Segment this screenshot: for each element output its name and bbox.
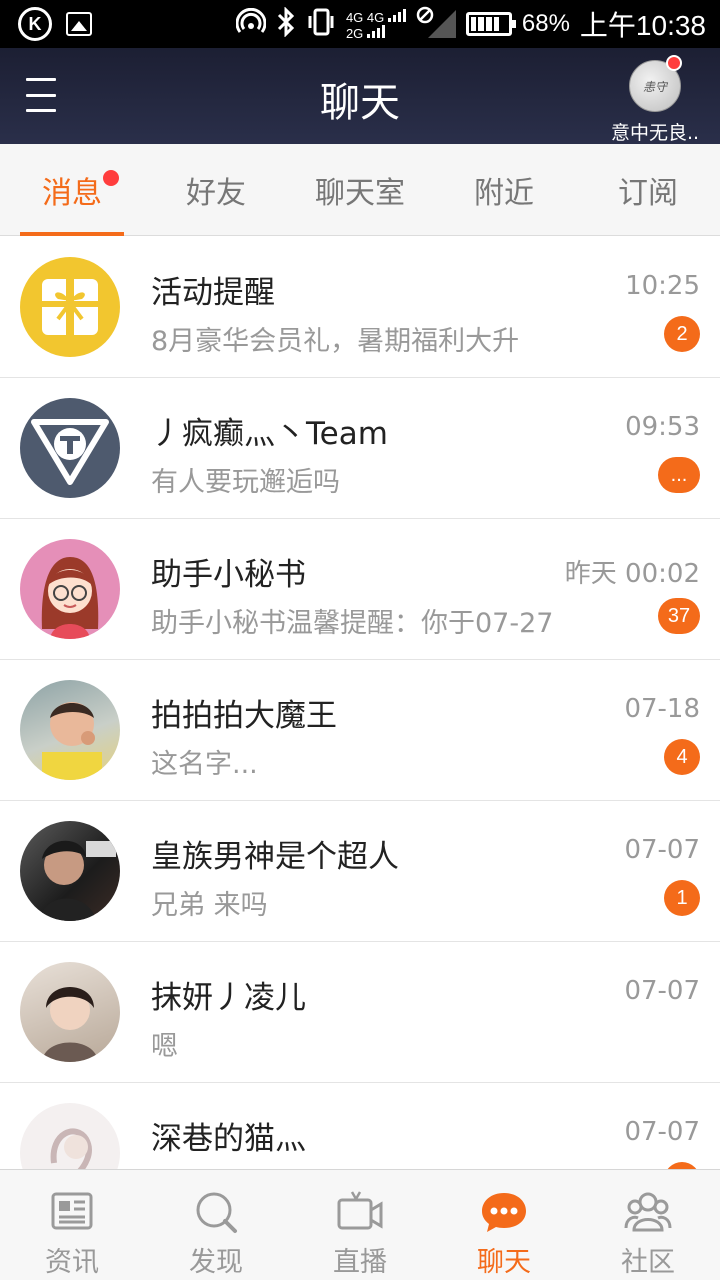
battery-percent: 68%	[521, 10, 570, 37]
k-app-icon: K	[18, 7, 52, 41]
avatar-signature: 恚守	[642, 79, 667, 94]
chat-name: 助手小秘书	[151, 557, 306, 593]
status-bar: K 4G 4G 2G 68% 上午10:38	[0, 0, 720, 48]
tab-label: 聊天室	[315, 176, 405, 211]
chat-time: 07-18	[624, 694, 700, 724]
chat-row[interactable]: 丿疯癫灬丶Team 09:53 有人要玩邂逅吗 ...	[0, 378, 720, 519]
chat-row[interactable]: 助手小秘书 昨天 00:02 助手小秘书温馨提醒：你于07-27 37	[0, 519, 720, 660]
chat-icon	[482, 1193, 526, 1232]
bottom-nav: 资讯 发现 直播 聊天 社区	[0, 1169, 720, 1280]
assistant-avatar	[20, 539, 120, 639]
unread-badge	[664, 1162, 700, 1169]
chat-name: 丿疯癫灬丶Team	[151, 416, 388, 452]
search-icon	[196, 1192, 237, 1233]
nav-label: 资讯	[45, 1247, 99, 1278]
community-icon	[624, 1192, 672, 1232]
chat-preview: 嗯	[151, 1031, 178, 1062]
profile-name: 意中无良..	[610, 122, 700, 144]
nav-news[interactable]: 资讯	[0, 1170, 144, 1280]
nav-live[interactable]: 直播	[288, 1170, 432, 1280]
tab-bar: 消息 好友 聊天室 附近 订阅	[0, 144, 720, 236]
unread-badge: 4	[664, 739, 700, 775]
nav-label: 社区	[621, 1247, 675, 1278]
chat-name: 拍拍拍大魔王	[151, 698, 337, 734]
clock: 上午10:38	[579, 10, 706, 41]
unread-badge: ...	[658, 457, 700, 493]
hotspot-icon	[235, 7, 267, 40]
chat-time: 10:25	[625, 271, 700, 301]
boy-photo	[20, 962, 120, 1062]
chat-name: 皇族男神是个超人	[151, 839, 399, 875]
avatar[interactable]: 恚守	[629, 55, 682, 112]
vibrate-icon	[306, 7, 336, 41]
tab-friends[interactable]: 好友	[144, 144, 288, 236]
video-icon	[337, 1191, 383, 1230]
nav-community[interactable]: 社区	[576, 1170, 720, 1280]
chat-list[interactable]: 活动提醒 10:25 8月豪华会员礼，暑期福利大升 2 丿疯癫灬丶Team 09…	[0, 237, 720, 1169]
chat-row[interactable]: 抹妍丿凌儿 07-07 嗯	[0, 942, 720, 1083]
bluetooth-icon	[276, 6, 296, 41]
chat-name: 深巷的猫灬	[151, 1121, 306, 1157]
chat-time: 07-07	[624, 1117, 700, 1147]
unread-badge: 1	[664, 880, 700, 916]
chat-row[interactable]: 皇族男神是个超人 07-07 兄弟 来吗 1	[0, 801, 720, 942]
chat-name: 抹妍丿凌儿	[151, 980, 306, 1016]
app-header: 聊天 恚守 意中无良..	[0, 48, 720, 144]
chat-time: 昨天 00:02	[564, 559, 700, 589]
nav-discover[interactable]: 发现	[144, 1170, 288, 1280]
man-photo	[20, 821, 120, 921]
news-icon	[51, 1192, 93, 1230]
chat-preview: 兄弟 来吗	[151, 890, 268, 921]
chat-time: 07-07	[624, 976, 700, 1006]
child-photo	[20, 680, 120, 780]
unread-badge: 2	[664, 316, 700, 352]
gift-icon	[20, 257, 120, 357]
image-icon	[66, 12, 92, 36]
chat-row[interactable]: 深巷的猫灬 07-07	[0, 1083, 720, 1169]
battery-icon	[465, 12, 516, 36]
nav-chat[interactable]: 聊天	[432, 1170, 576, 1280]
network-bottom-label: 2G	[345, 26, 364, 41]
girl-illustration	[20, 1103, 120, 1169]
chat-row[interactable]: 活动提醒 10:25 8月豪华会员礼，暑期福利大升 2	[0, 237, 720, 378]
chat-preview: 8月豪华会员礼，暑期福利大升	[151, 326, 520, 357]
no-sim-icon	[416, 6, 456, 42]
chat-preview: 有人要玩邂逅吗	[151, 467, 340, 498]
unread-badge: 37	[658, 598, 700, 634]
tab-label: 好友	[186, 176, 246, 211]
profile-button[interactable]: 恚守 意中无良..	[600, 55, 710, 145]
tab-subscriptions[interactable]: 订阅	[576, 144, 720, 236]
notification-dot	[666, 55, 682, 71]
chat-name: 活动提醒	[151, 275, 275, 311]
tab-label: 附近	[474, 176, 534, 211]
tab-messages[interactable]: 消息	[0, 144, 144, 236]
chat-preview: 助手小秘书温馨提醒：你于07-27	[151, 608, 554, 639]
nav-label: 聊天	[477, 1247, 531, 1278]
tab-chatroom[interactable]: 聊天室	[288, 144, 432, 236]
network-indicator: 4G 4G 2G	[346, 8, 406, 40]
chat-time: 07-07	[624, 835, 700, 865]
chat-time: 09:53	[625, 412, 700, 442]
tab-nearby[interactable]: 附近	[432, 144, 576, 236]
nav-label: 直播	[333, 1247, 387, 1278]
notification-dot	[103, 170, 119, 186]
tab-label: 订阅	[618, 176, 678, 211]
chat-preview: 这名字...	[151, 749, 258, 780]
tab-label: 消息	[42, 176, 102, 211]
team-logo	[20, 398, 120, 498]
network-top-label: 4G 4G	[345, 10, 385, 25]
nav-label: 发现	[189, 1247, 243, 1278]
chat-row[interactable]: 拍拍拍大魔王 07-18 这名字... 4	[0, 660, 720, 801]
